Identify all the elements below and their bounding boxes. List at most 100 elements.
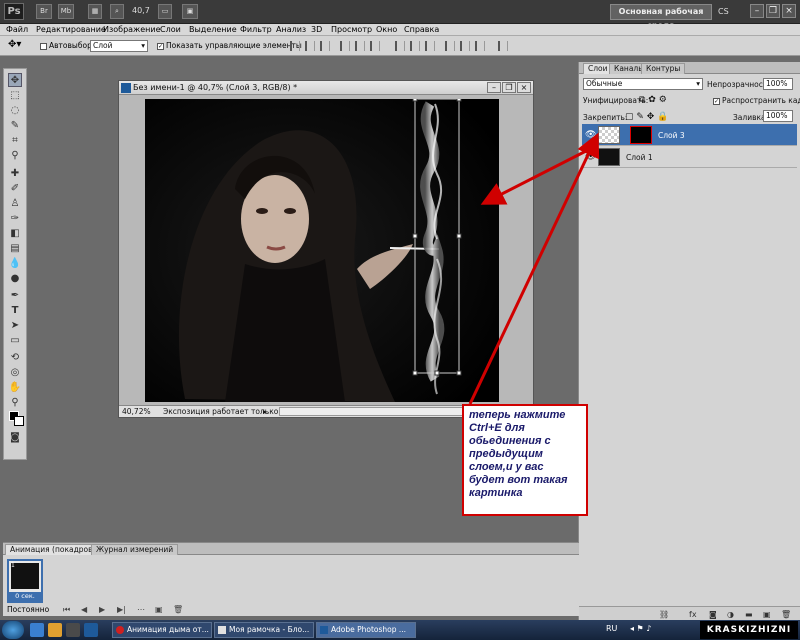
lock-icons[interactable]: ▢ ✎ ✥ 🔒 bbox=[625, 112, 668, 122]
zoom-status[interactable]: 40,72% bbox=[122, 406, 151, 417]
next-frame-icon[interactable]: ▶| bbox=[117, 605, 126, 614]
doc-minimize-icon[interactable]: – bbox=[487, 82, 501, 93]
move-tool-preset-icon[interactable]: ✥▾ bbox=[8, 39, 21, 50]
eye-icon[interactable]: 👁 bbox=[585, 130, 596, 140]
restore-icon[interactable]: ❐ bbox=[766, 4, 780, 18]
menu-image[interactable]: Изображение bbox=[103, 25, 161, 34]
doc-close-icon[interactable]: × bbox=[517, 82, 531, 93]
3d-orbit-tool-icon[interactable]: ◎ bbox=[8, 366, 22, 380]
eyedropper-tool-icon[interactable]: ⚲ bbox=[8, 149, 22, 163]
explorer-icon[interactable] bbox=[48, 623, 62, 637]
prev-frame-icon[interactable]: ◀ bbox=[81, 605, 87, 614]
document-title-bar[interactable]: Без имени-1 @ 40,7% (Слой 3, RGB/8) * – … bbox=[119, 81, 533, 95]
3d-rotate-tool-icon[interactable]: ⟲ bbox=[8, 351, 22, 365]
loop-dropdown[interactable]: Постоянно bbox=[7, 605, 49, 614]
menu-view[interactable]: Просмотр bbox=[331, 25, 372, 34]
screen-mode-icon[interactable]: ▣ bbox=[182, 4, 198, 19]
frame-delay[interactable]: 0 сек. bbox=[9, 592, 41, 601]
media-icon[interactable] bbox=[66, 623, 80, 637]
link-layers-icon[interactable]: ⛓ bbox=[659, 610, 669, 619]
show-controls-checkbox[interactable]: ✓ Показать управляющие элементы bbox=[157, 41, 302, 50]
auto-align-icon[interactable] bbox=[498, 41, 508, 51]
menu-filter[interactable]: Фильтр bbox=[240, 25, 272, 34]
align-left-icon[interactable] bbox=[340, 41, 350, 51]
autoselect-dropdown[interactable]: Слой ▾ bbox=[90, 40, 148, 52]
distribute-vcenter-icon[interactable] bbox=[410, 41, 420, 51]
menu-3d[interactable]: 3D bbox=[311, 25, 322, 34]
brush-tool-icon[interactable]: ✐ bbox=[8, 182, 22, 196]
propagate-checkbox[interactable]: ✓Распространить кадр 1 bbox=[713, 96, 800, 105]
zoom-level[interactable]: 40,7 bbox=[132, 6, 150, 15]
extras-icon[interactable]: ▦ bbox=[88, 4, 102, 19]
quick-mask-icon[interactable]: ◙ bbox=[8, 431, 22, 445]
align-hcenter-icon[interactable] bbox=[355, 41, 365, 51]
history-brush-tool-icon[interactable]: ✑ bbox=[8, 212, 22, 226]
lasso-tool-icon[interactable]: ◌ bbox=[8, 104, 22, 118]
distribute-hcenter-icon[interactable] bbox=[460, 41, 470, 51]
crop-tool-icon[interactable]: ⌗ bbox=[8, 134, 22, 148]
menu-window[interactable]: Окно bbox=[376, 25, 397, 34]
layer-style-icon[interactable]: fx bbox=[689, 610, 697, 619]
distribute-right-icon[interactable] bbox=[475, 41, 485, 51]
language-indicator[interactable]: RU bbox=[606, 624, 617, 633]
autoselect-checkbox[interactable]: Автовыбор: bbox=[40, 41, 94, 50]
move-tool-icon[interactable]: ✥ bbox=[8, 73, 22, 87]
clone-stamp-tool-icon[interactable]: ♙ bbox=[8, 197, 22, 211]
tween-icon[interactable]: ⋯ bbox=[137, 605, 145, 614]
shape-tool-icon[interactable]: ▭ bbox=[8, 334, 22, 348]
zoom-tool-icon[interactable]: ⚲ bbox=[8, 396, 22, 410]
unify-icons[interactable]: ⧉ ✿ ⚙ bbox=[639, 95, 667, 105]
eye-icon[interactable]: 👁 bbox=[585, 152, 596, 162]
duplicate-frame-icon[interactable]: ▣ bbox=[155, 605, 163, 614]
blend-mode-dropdown[interactable]: Обычные ▾ bbox=[583, 78, 703, 90]
cs-live-button[interactable]: CS Live bbox=[718, 4, 742, 32]
menu-edit[interactable]: Редактирование bbox=[36, 25, 106, 34]
zoom-tool-icon[interactable]: ⌕ bbox=[110, 4, 124, 19]
quick-select-tool-icon[interactable]: ✎ bbox=[8, 119, 22, 133]
path-select-tool-icon[interactable]: ➤ bbox=[8, 319, 22, 333]
align-top-icon[interactable] bbox=[290, 41, 300, 51]
distribute-bottom-icon[interactable] bbox=[425, 41, 435, 51]
menu-analysis[interactable]: Анализ bbox=[276, 25, 306, 34]
menu-file[interactable]: Файл bbox=[6, 25, 28, 34]
tab-measurement-log[interactable]: Журнал измерений bbox=[91, 544, 179, 555]
align-right-icon[interactable] bbox=[370, 41, 380, 51]
tray-icons[interactable]: ◂ ⚑ ♪ bbox=[630, 624, 651, 633]
minimize-icon[interactable]: – bbox=[750, 4, 764, 18]
opacity-field[interactable]: 100% bbox=[763, 78, 793, 90]
arrange-documents-icon[interactable]: ▭ bbox=[158, 4, 172, 19]
align-vcenter-icon[interactable] bbox=[305, 41, 315, 51]
fill-field[interactable]: 100% bbox=[763, 110, 793, 122]
taskbar-item-blog[interactable]: Моя рамочка - Бло... bbox=[214, 622, 314, 638]
hand-tool-icon[interactable]: ✋ bbox=[8, 381, 22, 395]
ie-icon[interactable] bbox=[30, 623, 44, 637]
new-layer-icon[interactable]: ▣ bbox=[763, 610, 771, 619]
workspace-switcher-button[interactable]: Основная рабочая среда bbox=[610, 4, 712, 30]
distribute-left-icon[interactable] bbox=[445, 41, 455, 51]
healing-brush-tool-icon[interactable]: ✚ bbox=[8, 167, 22, 181]
background-color-swatch[interactable] bbox=[14, 416, 24, 426]
menu-select[interactable]: Выделение bbox=[189, 25, 237, 34]
mini-bridge-button[interactable]: Mb bbox=[58, 4, 74, 19]
marquee-tool-icon[interactable]: ⬚ bbox=[8, 89, 22, 103]
close-icon[interactable]: × bbox=[782, 4, 796, 18]
menu-help[interactable]: Справка bbox=[404, 25, 439, 34]
new-group-icon[interactable]: ▬ bbox=[745, 610, 753, 619]
status-menu-arrow-icon[interactable]: ▸ bbox=[263, 406, 267, 417]
menu-layers[interactable]: Слои bbox=[160, 25, 181, 34]
align-bottom-icon[interactable] bbox=[320, 41, 330, 51]
tab-paths[interactable]: Контуры bbox=[641, 63, 686, 74]
animation-frame[interactable]: 1 0 сек. bbox=[7, 559, 43, 603]
gradient-tool-icon[interactable]: ▤ bbox=[8, 242, 22, 256]
layer-row-3[interactable]: 👁 Слой 3 bbox=[582, 124, 797, 146]
delete-layer-icon[interactable]: 🗑 bbox=[781, 610, 791, 619]
add-mask-icon[interactable]: ◙ bbox=[709, 610, 717, 619]
type-tool-icon[interactable]: T bbox=[8, 304, 22, 318]
taskbar-item-opera[interactable]: Анимация дыма от... bbox=[112, 622, 212, 638]
distribute-top-icon[interactable] bbox=[395, 41, 405, 51]
image-canvas[interactable] bbox=[145, 99, 499, 402]
bridge-button[interactable]: Br bbox=[36, 4, 52, 19]
taskbar-item-photoshop[interactable]: Adobe Photoshop ... bbox=[316, 622, 416, 638]
delete-frame-icon[interactable]: 🗑 bbox=[173, 605, 183, 614]
pen-tool-icon[interactable]: ✒ bbox=[8, 289, 22, 303]
